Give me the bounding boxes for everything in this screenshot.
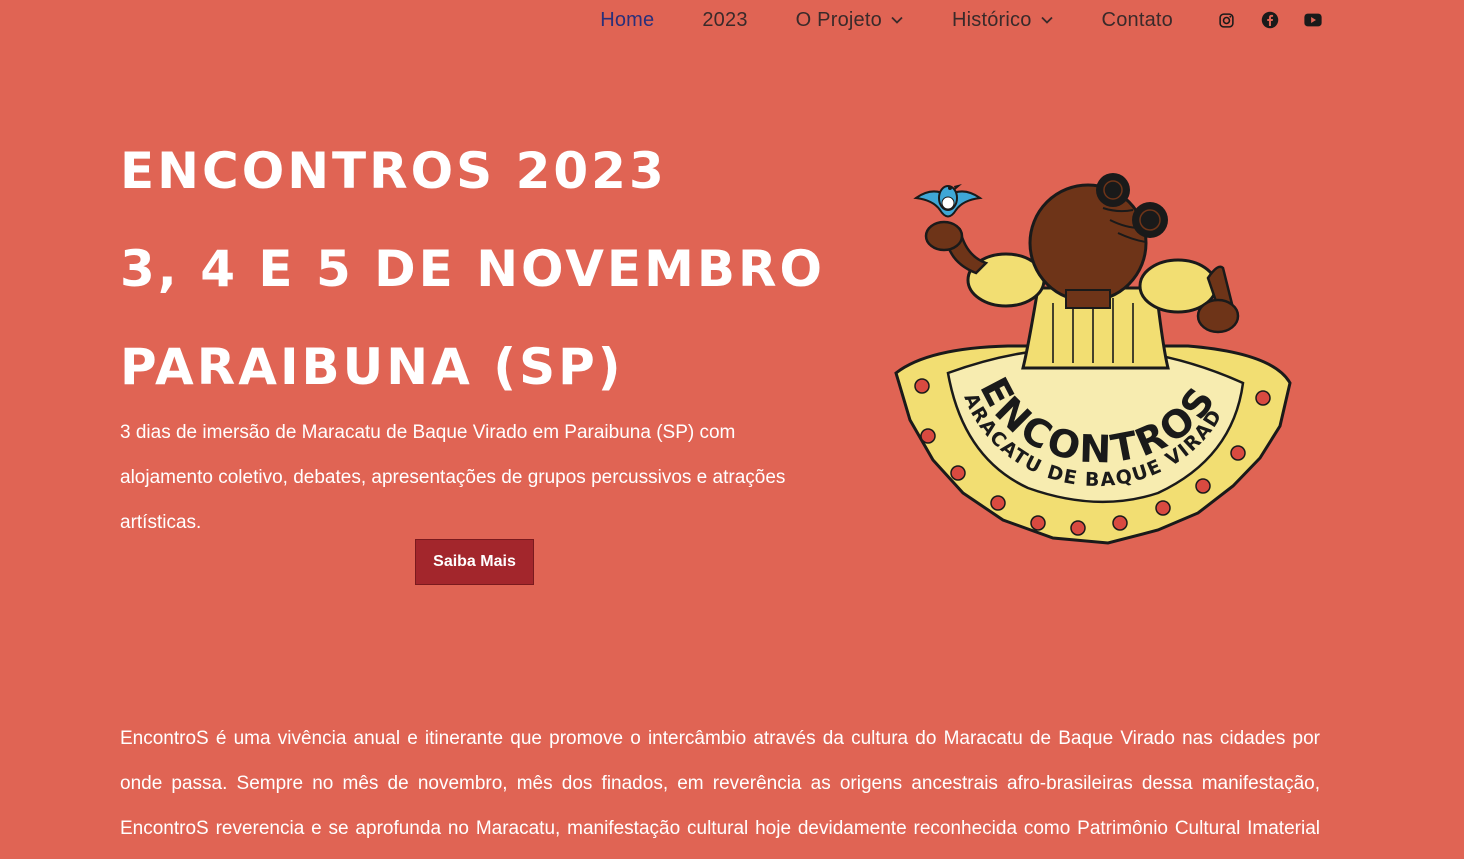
nav-item-label: Histórico: [951, 8, 1032, 31]
hero-title-line-3: PARAIBUNA (SP): [120, 338, 624, 396]
hero-description: 3 dias de imersão de Maracatu de Baque V…: [120, 422, 786, 533]
bird-icon: [913, 184, 983, 218]
encontros-logo-illustration: ENCONTROS MARACATU DE BAQUE VIRADO: [888, 168, 1292, 545]
youtube-icon[interactable]: [1303, 11, 1322, 30]
nav-item-label: 2023: [702, 8, 748, 31]
chevron-down-icon: [891, 16, 903, 24]
nav-item-o-projeto[interactable]: O Projeto: [796, 9, 904, 32]
nav-item-label: O Projeto: [795, 8, 882, 31]
main-nav: Home 2023 O Projeto Histórico Contato: [552, 0, 1322, 40]
nav-item-2023[interactable]: 2023: [702, 9, 747, 32]
social-links: [1217, 11, 1322, 30]
instagram-icon[interactable]: [1217, 11, 1236, 30]
nav-item-home[interactable]: Home: [600, 9, 654, 32]
chevron-down-icon: [1040, 16, 1053, 24]
saiba-mais-button[interactable]: Saiba Mais: [415, 539, 534, 585]
nav-item-historico[interactable]: Histórico: [952, 9, 1054, 32]
nav-item-contato[interactable]: Contato: [1102, 9, 1173, 32]
nav-item-label: Contato: [1101, 8, 1173, 31]
hero-title: ENCONTROS 2023 3, 4 E 5 DE NOVEMBRO PARA…: [120, 122, 825, 416]
hero-title-line-2: 3, 4 E 5 DE NOVEMBRO: [120, 240, 825, 298]
nav-item-label: Home: [600, 8, 655, 31]
hero-title-line-1: ENCONTROS 2023: [120, 142, 667, 200]
facebook-icon[interactable]: [1260, 11, 1279, 30]
page: Home 2023 O Projeto Histórico Contato EN…: [0, 0, 1464, 859]
about-paragraph: EncontroS é uma vivência anual e itinera…: [120, 728, 1320, 839]
